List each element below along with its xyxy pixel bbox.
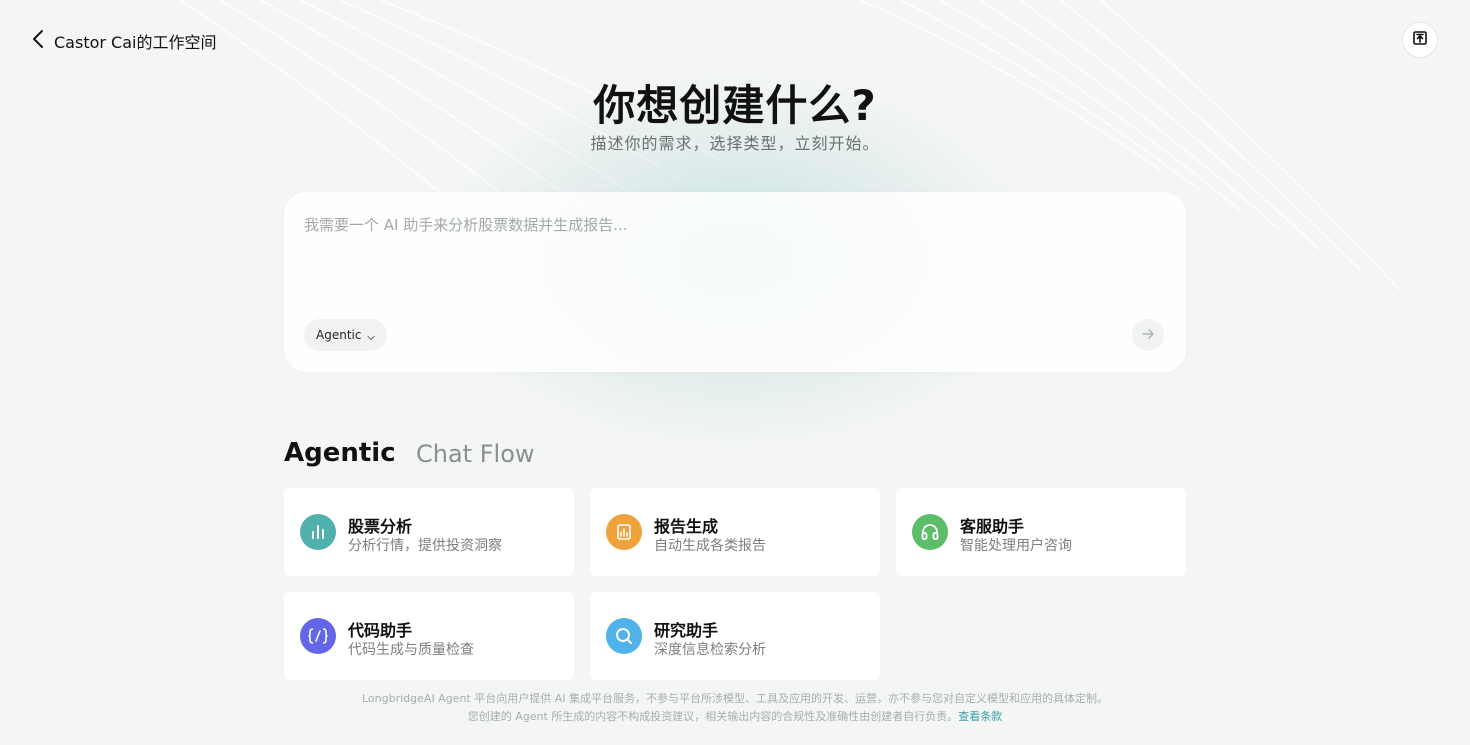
template-card-stock-analysis[interactable]: 股票分析 分析行情，提供投资洞察 <box>284 488 574 576</box>
card-description: 自动生成各类报告 <box>654 538 766 554</box>
terms-link[interactable]: 查看条款 <box>958 710 1002 723</box>
disclaimer-line-2: 您创建的 Agent 所生成的内容不构成投资建议，相关输出内容的合规性及准确性由… <box>0 708 1470 726</box>
search-icon <box>606 618 642 654</box>
export-button[interactable] <box>1402 22 1438 58</box>
mode-select-label: Agentic <box>316 328 362 342</box>
mode-select[interactable]: Agentic <box>304 319 388 351</box>
card-title: 股票分析 <box>348 517 413 536</box>
template-card-customer-service[interactable]: 客服助手 智能处理用户咨询 <box>896 488 1186 576</box>
card-description: 代码生成与质量检查 <box>348 642 474 658</box>
chevron-down-icon <box>367 326 376 345</box>
disclaimer-line-1: LongbridgeAI Agent 平台向用户提供 AI 集成平台服务，不参与… <box>362 692 1108 705</box>
page-subtitle: 描述你的需求，选择类型，立刻开始。 <box>590 134 880 153</box>
card-description: 智能处理用户咨询 <box>960 538 1072 554</box>
disclaimer-line-2-text: 您创建的 Agent 所生成的内容不构成投资建议，相关输出内容的合规性及准确性由… <box>467 710 959 723</box>
template-card-report-generation[interactable]: 报告生成 自动生成各类报告 <box>590 488 880 576</box>
card-title: 代码助手 <box>348 621 413 640</box>
card-description: 深度信息检索分析 <box>654 642 766 658</box>
code-icon <box>300 618 336 654</box>
template-card-research-assistant[interactable]: 研究助手 深度信息检索分析 <box>590 592 880 680</box>
prompt-card: Agentic <box>284 192 1186 372</box>
card-title: 报告生成 <box>654 517 719 536</box>
disclaimer: LongbridgeAI Agent 平台向用户提供 AI 集成平台服务，不参与… <box>0 690 1470 726</box>
tab-agentic[interactable]: Agentic <box>284 438 396 468</box>
headset-icon <box>912 514 948 550</box>
card-title: 研究助手 <box>654 621 719 640</box>
arrow-right-icon <box>1141 326 1155 345</box>
back-button[interactable]: Castor Cai的工作空间 <box>32 28 216 54</box>
send-button[interactable] <box>1132 319 1164 351</box>
card-description: 分析行情，提供投资洞察 <box>348 538 502 554</box>
workspace-label: Castor Cai的工作空间 <box>54 33 217 52</box>
bar-chart-icon <box>300 514 336 550</box>
template-card-code-assistant[interactable]: 代码助手 代码生成与质量检查 <box>284 592 574 680</box>
prompt-input[interactable] <box>304 214 1164 294</box>
card-title: 客服助手 <box>960 517 1025 536</box>
page-title: 你想创建什么? <box>593 81 877 130</box>
chevron-left-icon <box>32 29 44 53</box>
report-icon <box>606 514 642 550</box>
export-icon <box>1412 30 1428 50</box>
tab-chat-flow[interactable]: Chat Flow <box>416 440 535 468</box>
